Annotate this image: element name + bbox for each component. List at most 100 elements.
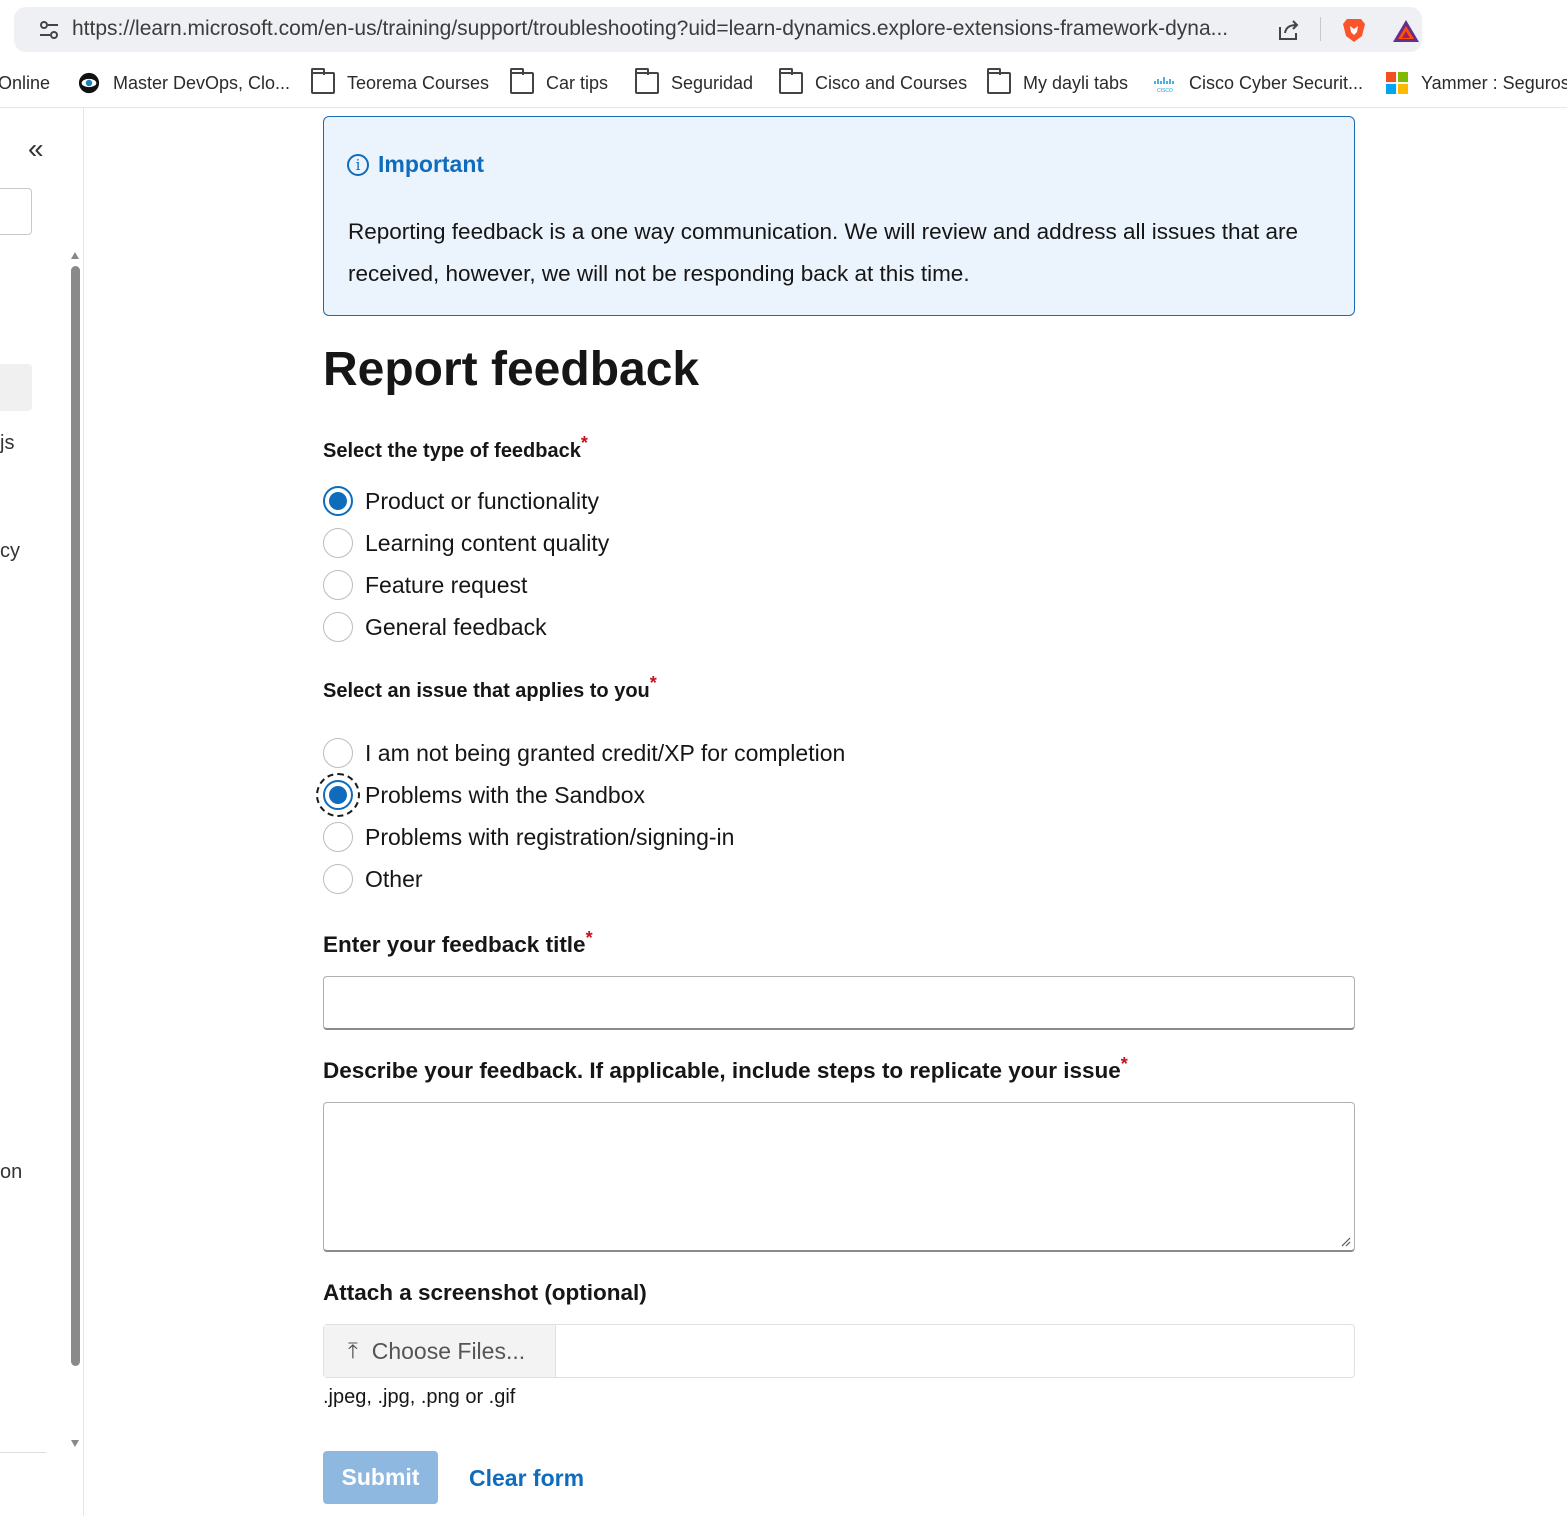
sidebar-filter-input[interactable] — [0, 188, 32, 235]
file-type-hint: .jpeg, .jpg, .png or .gif — [323, 1386, 516, 1408]
share-icon[interactable] — [1276, 17, 1302, 43]
bookmark-my-dayli-tabs[interactable]: My dayli tabs — [987, 68, 1129, 96]
radio-label: Other — [365, 865, 423, 892]
sidebar-scrollbar-thumb[interactable] — [71, 266, 80, 1366]
radio-learning-content-quality[interactable]: Learning content quality — [323, 527, 609, 559]
radio-general-feedback[interactable]: General feedback — [323, 611, 547, 643]
radio-label: Feature request — [365, 571, 528, 598]
radio-label: Problems with the Sandbox — [365, 781, 645, 808]
radio-label: Problems with registration/signing-in — [365, 823, 735, 850]
radio-button[interactable] — [323, 528, 353, 558]
feedback-type-label-text: Select the type of feedback — [323, 440, 581, 462]
sidebar-item-fragment[interactable]: cy — [0, 540, 20, 563]
folder-icon — [311, 68, 335, 94]
issue-label-text: Select an issue that applies to you — [323, 680, 650, 702]
bookmark-label: Cisco Cyber Securit... — [1189, 72, 1364, 93]
radio-button[interactable] — [323, 570, 353, 600]
alert-title: Important — [347, 151, 484, 178]
bookmark-label: Seguridad — [671, 72, 754, 93]
bookmark-car-tips[interactable]: Car tips — [510, 68, 609, 96]
required-marker: * — [649, 673, 657, 693]
radio-sandbox-problems[interactable]: Problems with the Sandbox — [316, 773, 645, 817]
feedback-title-label: Enter your feedback title* — [323, 928, 593, 958]
sidebar-item-fragment[interactable]: on — [0, 1161, 22, 1184]
folder-icon — [987, 68, 1011, 94]
upload-icon: ⤒ — [348, 1338, 358, 1364]
page-title: Report feedback — [323, 343, 700, 396]
sidebar-item-fragment[interactable]: js — [0, 432, 14, 455]
bookmark-yammer[interactable]: Yammer : Seguros U — [1385, 70, 1567, 96]
bookmark-cisco-cyber-security[interactable]: CISCO Cisco Cyber Securit... — [1153, 70, 1363, 96]
eye-logo-icon — [78, 72, 100, 94]
brave-shield-icon[interactable] — [1340, 16, 1368, 44]
address-bar[interactable]: https://learn.microsoft.com/en-us/traini… — [14, 7, 1422, 52]
left-sidebar: « js cy on — [0, 108, 84, 1516]
bookmark-label: Yammer : Seguros U — [1421, 72, 1567, 93]
file-upload-field[interactable]: ⤒ Choose Files... — [323, 1324, 1355, 1378]
description-label-text: Describe your feedback. If applicable, i… — [323, 1058, 1121, 1083]
folder-icon — [510, 68, 534, 94]
sidebar-divider — [0, 1452, 46, 1453]
resize-grip-icon[interactable] — [1339, 1235, 1351, 1247]
radio-label: General feedback — [365, 613, 547, 640]
alert-body: Reporting feedback is a one way communic… — [348, 219, 1299, 286]
microsoft-logo-icon — [1386, 72, 1408, 94]
brave-rewards-icon[interactable] — [1391, 18, 1421, 44]
alert-title-text: Important — [378, 151, 485, 177]
toolbar-separator — [1320, 17, 1321, 41]
cisco-logo-icon: CISCO — [1154, 77, 1174, 94]
radio-button[interactable] — [323, 822, 353, 852]
bookmark-label: Online — [0, 72, 51, 93]
radio-registration-signing-in[interactable]: Problems with registration/signing-in — [323, 821, 734, 853]
folder-icon — [635, 68, 659, 94]
url-text[interactable]: https://learn.microsoft.com/en-us/traini… — [72, 17, 1252, 41]
radio-label: Learning content quality — [365, 529, 610, 556]
radio-label: I am not being granted credit/XP for com… — [365, 739, 846, 766]
radio-credit-xp[interactable]: I am not being granted credit/XP for com… — [323, 737, 845, 769]
radio-other[interactable]: Other — [323, 863, 423, 895]
collapse-sidebar-icon[interactable]: « — [28, 135, 44, 163]
feedback-title-label-text: Enter your feedback title — [323, 932, 586, 957]
radio-label: Product or functionality — [365, 487, 599, 514]
radio-button[interactable] — [316, 773, 360, 817]
important-alert: Important Reporting feedback is a one wa… — [323, 116, 1355, 316]
radio-product-or-functionality[interactable]: Product or functionality — [323, 485, 599, 517]
radio-button[interactable] — [323, 486, 353, 516]
required-marker: * — [585, 928, 593, 948]
bookmark-label: Master DevOps, Clo... — [113, 72, 291, 93]
scroll-up-arrow-icon[interactable] — [71, 252, 79, 259]
bookmark-master-devops[interactable]: Master DevOps, Clo... — [77, 70, 290, 96]
screenshot-label: Attach a screenshot (optional) — [323, 1280, 647, 1305]
info-icon — [347, 153, 369, 176]
required-marker: * — [1120, 1054, 1128, 1074]
bookmark-cisco-and-courses[interactable]: Cisco and Courses — [779, 68, 968, 96]
bookmark-seguridad[interactable]: Seguridad — [635, 68, 754, 96]
description-textarea[interactable] — [323, 1102, 1355, 1252]
bookmark-label: Teorema Courses — [347, 72, 490, 93]
radio-button[interactable] — [323, 738, 353, 768]
bookmark-label: Car tips — [546, 72, 609, 93]
folder-icon — [779, 68, 803, 94]
browser-toolbar: https://learn.microsoft.com/en-us/traini… — [0, 0, 1567, 58]
radio-button[interactable] — [323, 864, 353, 894]
clear-form-link[interactable]: Clear form — [469, 1465, 584, 1492]
feedback-title-input[interactable] — [323, 976, 1355, 1030]
bookmark-teorema-courses[interactable]: Teorema Courses — [311, 68, 490, 96]
sidebar-item-active[interactable] — [0, 364, 32, 411]
feedback-type-label: Select the type of feedback* — [323, 433, 588, 463]
required-marker: * — [580, 433, 588, 453]
bookmarks-bar: Online Master DevOps, Clo... Teorema Cou… — [0, 58, 1567, 108]
choose-files-label: Choose Files... — [371, 1337, 526, 1364]
bookmark-label: My dayli tabs — [1023, 72, 1129, 93]
bookmark-label: Cisco and Courses — [815, 72, 968, 93]
choose-files-button[interactable]: ⤒ Choose Files... — [324, 1325, 556, 1377]
site-settings-icon[interactable] — [38, 19, 60, 41]
svg-text:CISCO: CISCO — [1157, 88, 1173, 94]
submit-button[interactable]: Submit — [323, 1451, 438, 1504]
radio-feature-request[interactable]: Feature request — [323, 569, 527, 601]
issue-label: Select an issue that applies to you* — [323, 673, 657, 703]
bookmark-online[interactable]: Online — [0, 70, 50, 96]
radio-button[interactable] — [323, 612, 353, 642]
scroll-down-arrow-icon[interactable] — [71, 1440, 79, 1447]
description-label: Describe your feedback. If applicable, i… — [323, 1054, 1128, 1084]
